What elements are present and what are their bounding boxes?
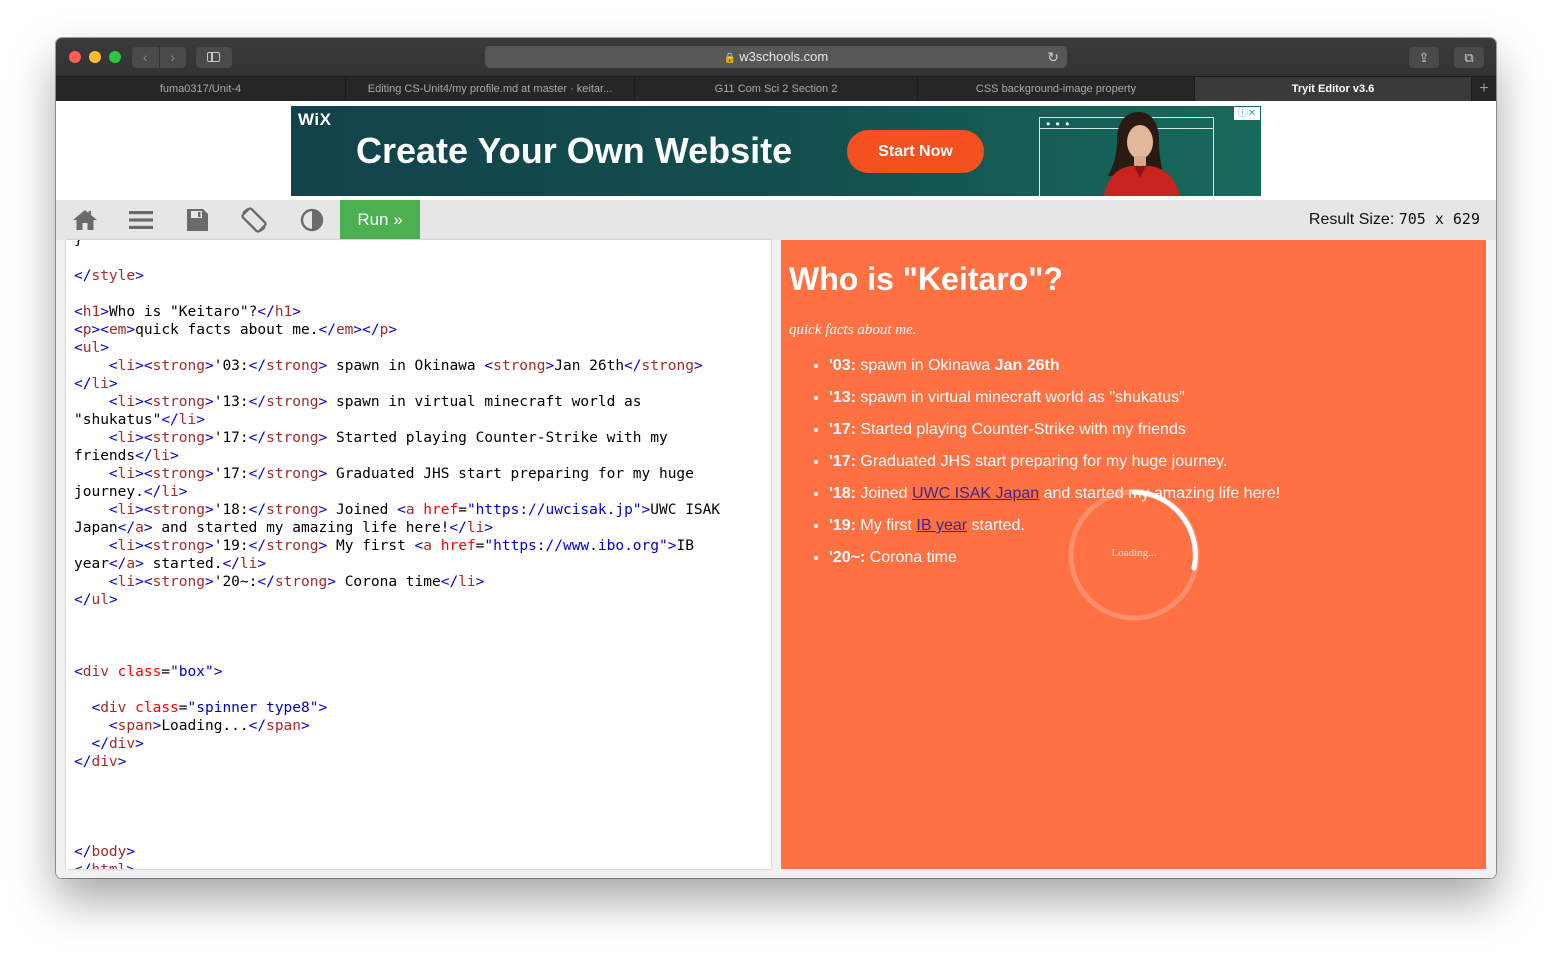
fact-year: '19:: [829, 517, 856, 534]
tab-unit4[interactable]: fuma0317/Unit-4: [56, 77, 346, 102]
code-editor[interactable]: } </style> <h1>Who is "Keitaro"?</h1> <p…: [66, 240, 771, 869]
tab-tryit-editor[interactable]: Tryit Editor v3.6: [1195, 77, 1472, 102]
fact-year: '17:: [829, 421, 856, 438]
ad-headline: Create Your Own Website: [356, 130, 793, 171]
result-size-label: Result Size:: [1308, 211, 1395, 228]
fact-text: spawn in Okinawa: [855, 357, 995, 374]
sidebar-toggle-button[interactable]: [196, 47, 232, 68]
run-button[interactable]: Run »: [340, 200, 420, 239]
tab-label: Editing CS-Unit4/my profile.md at master…: [367, 83, 613, 95]
result-size-readout: Result Size: 705 x 629: [1309, 210, 1480, 229]
rotate-icon[interactable]: [240, 207, 268, 233]
fact-text-tail: started.: [967, 517, 1025, 534]
ad-brand-logo: WiX: [298, 110, 332, 129]
spinner-label: Loading...: [1111, 547, 1157, 559]
tab-css-background[interactable]: CSS background-image property: [918, 77, 1195, 102]
fact-item: '17: Graduated JHS start preparing for m…: [829, 452, 1469, 471]
close-window-button[interactable]: [69, 51, 81, 63]
code-text[interactable]: } </style> <h1>Who is "Keitaro"?</h1> <p…: [74, 240, 764, 869]
fact-text: Corona time: [865, 549, 957, 566]
fact-date: Jan 26th: [994, 357, 1060, 374]
ad-woman-image: [1104, 112, 1180, 196]
fact-link[interactable]: IB year: [916, 517, 967, 534]
fact-year: '20~:: [829, 549, 866, 566]
fact-item: '17: Started playing Counter-Strike with…: [829, 420, 1469, 439]
tab-com-sci[interactable]: G11 Com Sci 2 Section 2: [635, 77, 918, 102]
fact-item: '03: spawn in Okinawa Jan 26th: [829, 356, 1469, 375]
save-icon[interactable]: [183, 207, 211, 233]
minimize-window-button[interactable]: [89, 51, 101, 63]
forward-icon[interactable]: ›: [160, 47, 187, 68]
share-icon: ⇪: [1418, 50, 1430, 65]
tabs-icon: ⧉: [1464, 50, 1474, 65]
editor-toolbar: Run » Result Size: 705 x 629: [56, 200, 1496, 240]
history-nav: ‹ ›: [132, 47, 186, 68]
fact-link[interactable]: UWC ISAK Japan: [912, 485, 1039, 502]
result-frame[interactable]: Who is "Keitaro"? quick facts about me. …: [781, 240, 1486, 869]
fact-text: Joined: [855, 485, 912, 502]
zoom-window-button[interactable]: [109, 51, 121, 63]
result-heading: Who is "Keitaro"?: [789, 261, 1063, 297]
loading-spinner: Loading...: [1067, 488, 1201, 622]
result-tagline: quick facts about me.: [789, 322, 916, 339]
result-size-value: 705 x 629: [1398, 210, 1480, 228]
ad-row: WiX Create Your Own Website Start Now • …: [56, 101, 1496, 200]
address-bar[interactable]: 🔒 w3schools.com ↻: [485, 46, 1067, 68]
fact-text: Started playing Counter-Strike with my f…: [855, 421, 1186, 438]
ad-cta-button[interactable]: Start Now: [847, 130, 984, 173]
tab-label: G11 Com Sci 2 Section 2: [714, 83, 838, 95]
lock-icon: 🔒: [723, 53, 737, 64]
share-button[interactable]: ⇪: [1409, 47, 1439, 68]
tab-bar: fuma0317/Unit-4 Editing CS-Unit4/my prof…: [56, 76, 1496, 102]
tagline-text: quick facts about me.: [789, 322, 917, 338]
ad-banner[interactable]: WiX Create Your Own Website Start Now • …: [291, 106, 1261, 196]
show-tabs-button[interactable]: ⧉: [1454, 47, 1484, 68]
plus-icon: +: [1479, 80, 1489, 97]
fact-item: '13: spawn in virtual minecraft world as…: [829, 388, 1469, 407]
tab-label: CSS background-image property: [975, 83, 1137, 95]
sidebar-icon: [207, 52, 220, 62]
contrast-icon[interactable]: [298, 207, 326, 233]
url-text: w3schools.com: [739, 49, 829, 64]
fact-year: '17:: [829, 453, 856, 470]
new-tab-button[interactable]: +: [1472, 77, 1496, 102]
tab-label: Tryit Editor v3.6: [1291, 83, 1375, 95]
title-bar: ‹ › 🔒 w3schools.com ↻ ⇪ ⧉: [56, 38, 1496, 76]
ad-choices-icon[interactable]: ⓘ✕: [1234, 107, 1260, 120]
fact-text: Graduated JHS start preparing for my hug…: [855, 453, 1228, 470]
tab-label: fuma0317/Unit-4: [159, 83, 242, 95]
fact-year: '13:: [829, 389, 856, 406]
fact-year: '03:: [829, 357, 856, 374]
fact-text: spawn in virtual minecraft world as "shu…: [855, 389, 1185, 406]
tab-editing-profile[interactable]: Editing CS-Unit4/my profile.md at master…: [346, 77, 635, 102]
home-icon[interactable]: [71, 207, 99, 233]
browser-window: ‹ › 🔒 w3schools.com ↻ ⇪ ⧉ fuma0317/Unit-4…: [56, 38, 1496, 878]
editor-workarea: } </style> <h1>Who is "Keitaro"?</h1> <p…: [56, 240, 1496, 878]
fact-year: '18:: [829, 485, 856, 502]
reload-icon[interactable]: ↻: [1047, 46, 1059, 68]
back-icon[interactable]: ‹: [132, 47, 160, 68]
menu-icon[interactable]: [127, 207, 155, 233]
fact-text: My first: [855, 517, 917, 534]
